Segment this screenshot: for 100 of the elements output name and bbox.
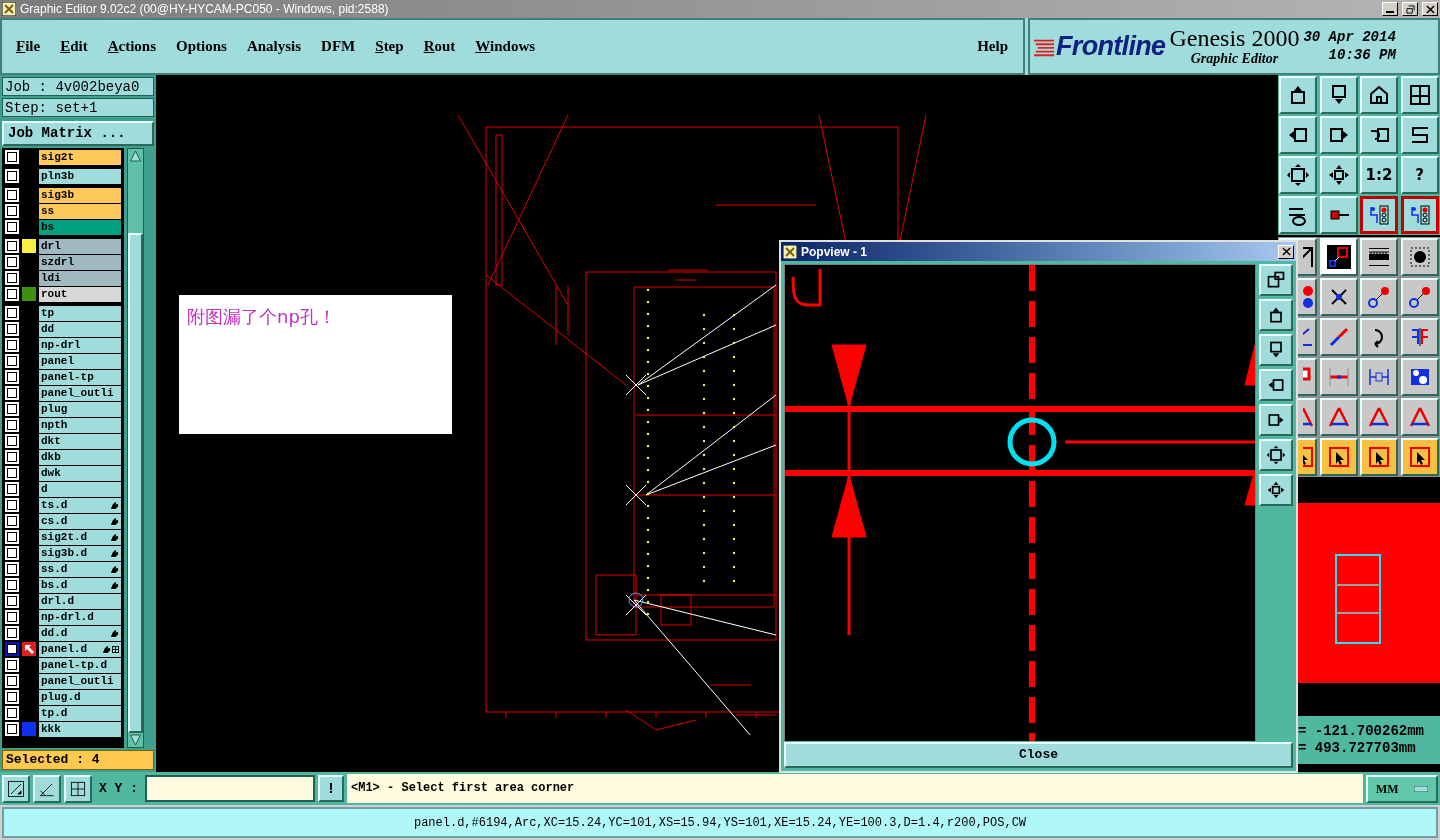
layer-item[interactable]: d bbox=[39, 481, 121, 497]
layer-item[interactable]: dkt bbox=[39, 433, 121, 449]
layer-item[interactable]: ss.d bbox=[39, 561, 121, 577]
layer-checkbox[interactable] bbox=[7, 708, 17, 718]
layer-checkbox[interactable] bbox=[7, 340, 17, 350]
layer-checkbox[interactable] bbox=[7, 324, 17, 334]
window-title: Graphic Editor 9.02c2 (00@HY-HYCAM-PC050 - Windows, pid:2588) bbox=[20, 1, 390, 18]
layer-item[interactable]: panel.d bbox=[39, 641, 121, 657]
layer-checkbox[interactable] bbox=[7, 596, 17, 606]
layer-checkbox[interactable] bbox=[7, 273, 17, 283]
layer-checkbox[interactable] bbox=[7, 222, 17, 232]
layer-checkbox[interactable] bbox=[7, 628, 17, 638]
minimize-button[interactable] bbox=[1382, 2, 1398, 16]
layer-checkbox[interactable] bbox=[7, 612, 17, 622]
close-button[interactable] bbox=[1422, 2, 1438, 16]
layer-checkbox[interactable] bbox=[7, 436, 17, 446]
layer-item[interactable]: dd bbox=[39, 321, 121, 337]
layer-checkbox[interactable] bbox=[7, 564, 17, 574]
layer-item[interactable]: ldi bbox=[39, 270, 121, 286]
connect-icon bbox=[1367, 285, 1391, 309]
layer-item[interactable]: ts.d bbox=[39, 497, 121, 513]
layer-checkbox[interactable] bbox=[7, 468, 17, 478]
layer-item[interactable]: sig2t.d bbox=[39, 529, 121, 545]
select-icon bbox=[1326, 245, 1351, 269]
popview-close-button[interactable]: Close bbox=[784, 742, 1293, 768]
grid-icon bbox=[112, 645, 119, 653]
layer-checkbox[interactable] bbox=[7, 516, 17, 526]
layer-checkbox[interactable] bbox=[7, 484, 17, 494]
tool-button[interactable]: ? bbox=[1400, 156, 1439, 194]
layer-checkbox[interactable] bbox=[7, 152, 17, 162]
layer-item[interactable]: panel_outli bbox=[39, 385, 121, 401]
layer-item[interactable]: sig2t bbox=[39, 149, 121, 165]
layer-item[interactable]: tp.d bbox=[39, 705, 121, 721]
layer-item[interactable]: drl bbox=[39, 238, 121, 254]
layer-checkbox[interactable] bbox=[7, 190, 17, 200]
layer-item[interactable]: dwk bbox=[39, 465, 121, 481]
layer-item[interactable]: npth bbox=[39, 417, 121, 433]
menu-item[interactable]: Edit bbox=[60, 35, 88, 58]
restore-button[interactable] bbox=[1402, 2, 1418, 16]
layer-item[interactable]: panel-tp bbox=[39, 369, 121, 385]
layer-checkbox[interactable] bbox=[7, 171, 17, 181]
layer-checkbox[interactable] bbox=[7, 532, 17, 542]
layer-item[interactable]: panel_outli bbox=[39, 673, 121, 689]
layer-checkbox[interactable] bbox=[7, 548, 17, 558]
layer-item[interactable]: plug bbox=[39, 401, 121, 417]
units-dropdown[interactable]: MM bbox=[1366, 774, 1438, 803]
layer-item[interactable]: drl.d bbox=[39, 593, 121, 609]
layer-item[interactable]: bs.d bbox=[39, 577, 121, 593]
layer-item[interactable]: plug.d bbox=[39, 689, 121, 705]
job-matrix-button[interactable]: Job Matrix ... bbox=[2, 121, 154, 146]
layer-checkbox[interactable] bbox=[7, 676, 17, 686]
layer-item[interactable]: tp bbox=[39, 305, 121, 321]
layer-item[interactable]: cs.d bbox=[39, 513, 121, 529]
layer-checkbox[interactable] bbox=[7, 580, 17, 590]
layer-item[interactable]: dkb bbox=[39, 449, 121, 465]
menu-item[interactable]: Step bbox=[375, 35, 404, 58]
menu-item[interactable]: File bbox=[16, 35, 41, 58]
layer-checkbox[interactable] bbox=[7, 724, 17, 734]
layer-checkbox[interactable] bbox=[7, 206, 17, 216]
layer-item[interactable]: kkk bbox=[39, 721, 121, 737]
menu-item[interactable]: Options bbox=[176, 35, 227, 58]
layer-item[interactable]: sig3b bbox=[39, 187, 121, 203]
layer-checkbox[interactable] bbox=[7, 356, 17, 366]
layer-checkbox[interactable] bbox=[7, 388, 17, 398]
layer-item[interactable]: np-drl.d bbox=[39, 609, 121, 625]
layer-checkbox[interactable] bbox=[7, 420, 17, 430]
scrollbar[interactable] bbox=[127, 148, 144, 748]
layer-checkbox[interactable] bbox=[7, 500, 17, 510]
menu-item[interactable]: Rout bbox=[423, 35, 456, 58]
layer-item[interactable]: szdrl bbox=[39, 254, 121, 270]
menu-item[interactable]: Windows bbox=[475, 35, 536, 58]
layer-item[interactable]: dd.d bbox=[39, 625, 121, 641]
dropdown-icon bbox=[1414, 785, 1428, 792]
layer-item[interactable]: panel bbox=[39, 353, 121, 369]
layer-item[interactable]: panel-tp.d bbox=[39, 657, 121, 673]
menu-item[interactable]: Help bbox=[977, 35, 1008, 58]
close-button[interactable] bbox=[1278, 244, 1294, 259]
layer-item[interactable]: pln3b bbox=[39, 168, 121, 184]
layer-item[interactable]: np-drl bbox=[39, 337, 121, 353]
layer-checkbox[interactable] bbox=[7, 289, 17, 299]
layer-item[interactable]: ss bbox=[39, 203, 121, 219]
layer-checkbox[interactable] bbox=[7, 241, 17, 251]
xy-input-field[interactable] bbox=[145, 775, 315, 802]
layer-checkbox[interactable] bbox=[7, 644, 17, 654]
layer-item[interactable]: bs bbox=[39, 219, 121, 235]
popview-title: Popview - 1 bbox=[801, 243, 869, 261]
layer-checkbox[interactable] bbox=[7, 692, 17, 702]
layer-item[interactable]: sig3b.d bbox=[39, 545, 121, 561]
menu-item[interactable]: DFM bbox=[321, 35, 356, 58]
layer-item[interactable]: rout bbox=[39, 286, 121, 302]
layer-checkbox[interactable] bbox=[7, 308, 17, 318]
tool-button[interactable]: 1:2 bbox=[1360, 156, 1398, 194]
menu-item[interactable]: Actions bbox=[107, 35, 157, 58]
layer-checkbox[interactable] bbox=[7, 404, 17, 414]
layer-checkbox[interactable] bbox=[7, 257, 17, 267]
execute-button[interactable]: ! bbox=[318, 775, 344, 802]
layer-checkbox[interactable] bbox=[7, 660, 17, 670]
layer-checkbox[interactable] bbox=[7, 372, 17, 382]
menu-item[interactable]: Analysis bbox=[246, 35, 302, 58]
layer-checkbox[interactable] bbox=[7, 452, 17, 462]
